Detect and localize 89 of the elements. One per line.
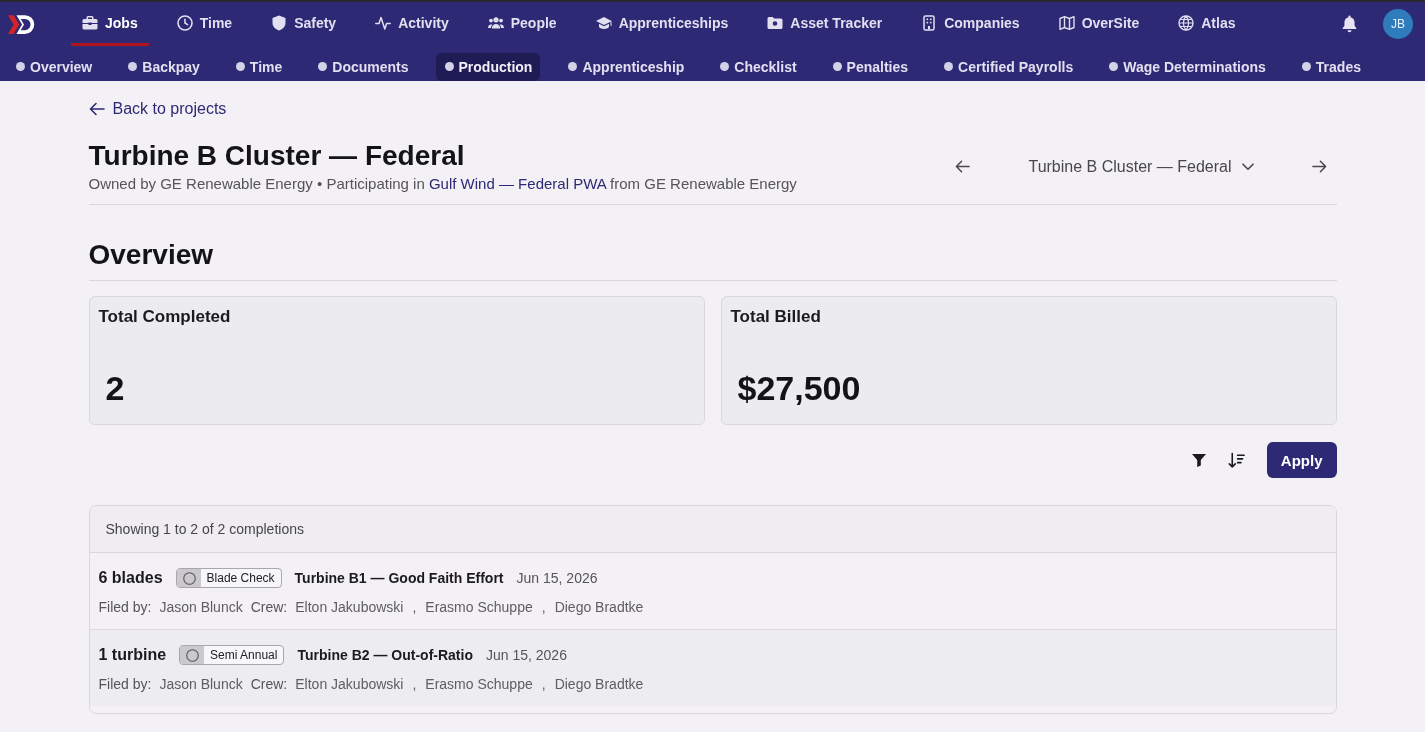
crew-member-name: Diego Bradtke: [554, 599, 644, 615]
completion-date: Jun 15, 2026: [485, 647, 567, 663]
crew-member-name: Elton Jakubowski: [295, 676, 404, 692]
completion-date: Jun 15, 2026: [516, 570, 598, 586]
section-tab[interactable]: Penalties: [823, 52, 917, 81]
dot-icon: [444, 62, 454, 71]
users-icon: [487, 14, 504, 31]
dot-icon: [16, 62, 25, 71]
section-tab[interactable]: Overview: [7, 52, 101, 81]
filer-name: Jason Blunck: [159, 676, 243, 692]
circle-icon: [182, 571, 196, 585]
dot-icon: [944, 62, 954, 71]
section-tab[interactable]: Checklist: [711, 52, 805, 81]
back-link[interactable]: Back to projects: [88, 100, 227, 118]
filter-icon[interactable]: [1191, 453, 1206, 467]
section-tab[interactable]: Time: [226, 52, 291, 81]
dot-icon: [318, 62, 328, 71]
field-label: Filed by:: [98, 599, 152, 615]
field-label: Crew:: [250, 599, 288, 615]
section-tab[interactable]: Apprenticeship: [559, 52, 693, 81]
dot-icon: [235, 62, 245, 71]
arrow-left-icon: [955, 159, 971, 174]
nav-tab[interactable]: Safety: [260, 2, 348, 46]
stat-label: Total Billed: [730, 307, 822, 327]
project-title: Turbine B Cluster — Federal: [88, 139, 466, 173]
separator-text: ,: [412, 599, 417, 615]
folder-icon: [767, 14, 784, 31]
field-label: Crew:: [250, 676, 288, 692]
user-avatar[interactable]: JB: [1383, 9, 1413, 39]
nav-tab[interactable]: Atlas: [1167, 2, 1247, 46]
stat-value: 2: [105, 368, 126, 408]
separator-text: ,: [541, 676, 546, 692]
nav-tab[interactable]: Companies: [910, 2, 1031, 46]
section-tab[interactable]: Certified Payrolls: [935, 52, 1082, 81]
map-icon: [1058, 14, 1075, 31]
section-tab[interactable]: Documents: [309, 52, 417, 81]
quantity-text: 1 turbine: [98, 646, 167, 664]
quantity-text: 6 blades: [98, 569, 163, 587]
dot-icon: [720, 62, 730, 71]
section-heading: Overview: [88, 238, 1337, 281]
crew-member-name: Diego Bradtke: [554, 676, 644, 692]
crew-member-name: Elton Jakubowski: [295, 599, 404, 615]
nav-tab[interactable]: Apprenticeships: [584, 2, 740, 46]
category-label: Blade Check: [205, 570, 276, 587]
globe-icon: [1178, 14, 1195, 31]
category-label: Semi Annual: [209, 647, 279, 664]
results-summary: Showing 1 to 2 of 2 completions: [105, 521, 304, 537]
completion-title: Turbine B2 — Out-of-Ratio: [297, 647, 473, 663]
section-tab[interactable]: Backpay: [119, 52, 208, 81]
completion-title: Turbine B1 — Good Faith Effort: [294, 570, 504, 586]
separator-text: ,: [412, 676, 417, 692]
briefcase-icon: [82, 14, 98, 31]
pulse-icon: [375, 14, 392, 31]
arrow-right-icon: [1311, 159, 1327, 174]
nav-tab[interactable]: OverSite: [1047, 2, 1151, 46]
project-select[interactable]: Turbine B Cluster — Federal: [1016, 151, 1266, 182]
separator-text: ,: [541, 599, 546, 615]
completion-row[interactable]: 1 turbine Semi Annual Turbine B2 — Out-of-Ratio Jun 15, 2026 Filed by: Jason Blunck Crew: Elton Jakubowski , Erasmo Schuppe , Diego Bradtke: [89, 630, 1336, 706]
nav-tab[interactable]: Jobs: [71, 2, 149, 46]
nav-tab[interactable]: Time: [165, 2, 244, 46]
crew-member-name: Erasmo Schuppe: [425, 599, 533, 615]
circle-icon: [186, 648, 200, 662]
project-subtitle: Owned by GE Renewable Energy • Participating in Gulf Wind — Federal PWA from GE Renewable Energy: [88, 174, 797, 194]
dot-icon: [832, 62, 842, 71]
nav-tab[interactable]: Activity: [364, 2, 460, 46]
section-tab[interactable]: Trades: [1292, 52, 1369, 81]
arrow-left-icon: [88, 101, 105, 117]
section-tab[interactable]: Wage Determinations: [1100, 52, 1274, 81]
graduation-cap-icon: [595, 14, 612, 31]
building-icon: [921, 14, 938, 31]
dot-icon: [1109, 62, 1119, 71]
project-link[interactable]: Gulf Wind — Federal PWA: [428, 175, 606, 192]
dot-icon: [1301, 62, 1311, 71]
dot-icon: [568, 62, 578, 71]
nav-tab[interactable]: Asset Tracker: [756, 2, 894, 46]
stat-label: Total Completed: [98, 307, 232, 327]
shield-icon: [271, 14, 288, 31]
bell-icon[interactable]: [1341, 15, 1358, 33]
nav-tab[interactable]: People: [476, 2, 568, 46]
stat-value: $27,500: [737, 368, 862, 408]
sort-icon[interactable]: [1227, 451, 1245, 469]
section-tab[interactable]: Production: [435, 52, 541, 81]
crew-member-name: Erasmo Schuppe: [425, 676, 533, 692]
field-label: Filed by:: [98, 676, 152, 692]
clock-icon: [176, 14, 193, 31]
filer-name: Jason Blunck: [159, 599, 243, 615]
dot-icon: [128, 62, 138, 71]
apply-button[interactable]: Apply: [1266, 442, 1337, 478]
chevron-down-icon: [1241, 162, 1254, 171]
